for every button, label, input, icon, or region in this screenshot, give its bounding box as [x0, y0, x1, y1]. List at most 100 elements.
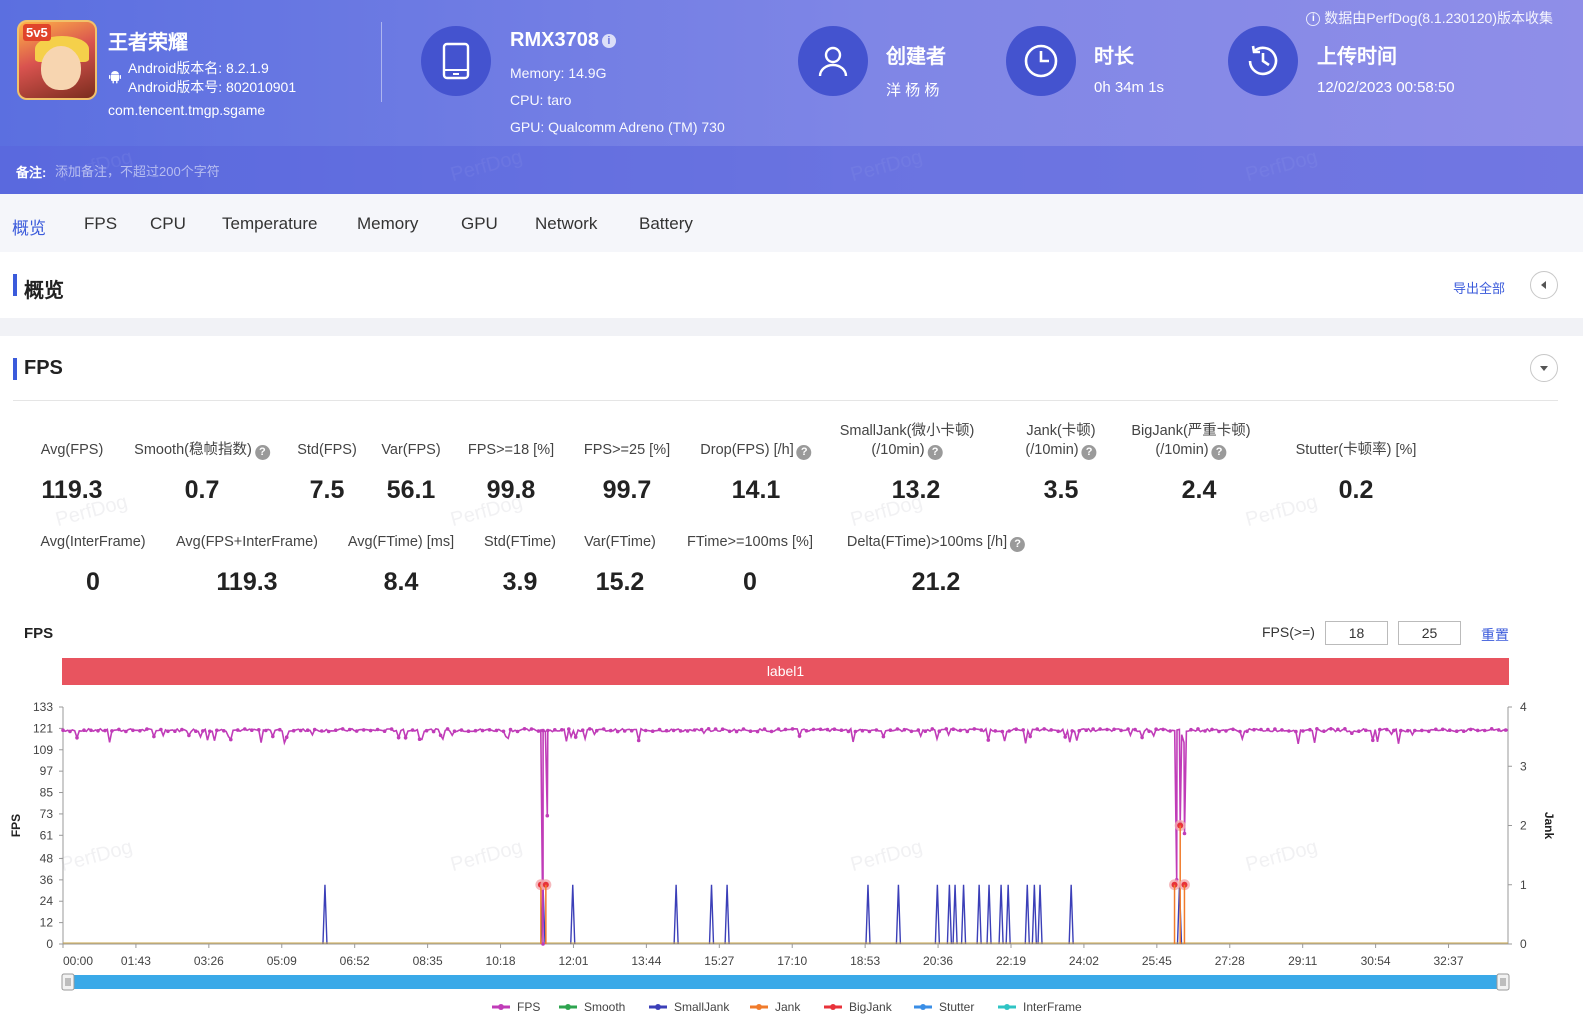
x-tick-label: 18:53 — [850, 954, 880, 968]
fps-point — [438, 733, 443, 738]
x-tick-label: 22:19 — [996, 954, 1026, 968]
duration-title: 时长 — [1094, 46, 1134, 68]
fps-point — [229, 737, 233, 742]
fps-point — [1287, 729, 1291, 733]
fps-point — [1447, 728, 1452, 732]
hero-face — [41, 46, 81, 90]
fps-point — [284, 735, 289, 739]
y2-tick-label: 3 — [1520, 759, 1527, 773]
export-all-link[interactable]: 导出全部 — [1453, 278, 1505, 297]
fps-point — [888, 728, 893, 732]
legend-item[interactable]: Smooth — [559, 1000, 625, 1014]
app-icon: 5v5 — [17, 20, 97, 100]
fps-point — [1461, 729, 1466, 733]
device-model: RMX3708 i — [510, 29, 616, 52]
fps-point — [541, 942, 545, 946]
fps-point — [312, 727, 317, 732]
metric-label: Drop(FPS) [/h]? — [700, 441, 812, 460]
tab-gpu[interactable]: GPU — [461, 214, 498, 234]
legend-item[interactable]: Jank — [750, 1000, 801, 1014]
metric-value: 21.2 — [911, 568, 961, 596]
x-tick-label: 13:44 — [631, 954, 661, 968]
metric-value: 119.3 — [41, 476, 103, 504]
fps-point — [201, 729, 205, 733]
fps-point — [1357, 729, 1361, 733]
upload-value: 12/02/2023 00:58:50 — [1317, 79, 1455, 96]
fps-point — [1049, 728, 1053, 732]
x-tick-label: 27:28 — [1215, 954, 1245, 968]
fps-point — [1413, 728, 1417, 733]
fps-point — [755, 729, 760, 734]
fps-point — [1245, 729, 1249, 734]
fps-point — [622, 729, 627, 733]
smalljank-spike — [976, 884, 982, 945]
fps-point — [403, 735, 408, 740]
fps-point — [103, 728, 107, 733]
fps-threshold-low-input[interactable] — [1325, 621, 1388, 645]
report-header: PerfDog PerfDog PerfDog PerfDog i 数据由Per… — [0, 0, 1583, 194]
metric-label: Var(FTime) — [584, 534, 656, 550]
fps-point — [1238, 729, 1242, 734]
remark-input[interactable]: 添加备注，不超过200个字符 — [55, 161, 220, 180]
y2-axis-title: Jank — [1542, 812, 1556, 840]
legend-swatch-dot — [655, 1004, 661, 1010]
collapse-left-button[interactable] — [1530, 271, 1558, 299]
tab-cpu[interactable]: CPU — [150, 214, 186, 234]
fps-point — [874, 728, 879, 732]
tab-temperature[interactable]: Temperature — [222, 214, 317, 234]
section-divider — [13, 400, 1558, 401]
tab-network[interactable]: Network — [535, 214, 597, 234]
x-tick-label: 29:11 — [1288, 954, 1317, 968]
label-bar[interactable]: label1 — [62, 658, 1509, 685]
tab-fps[interactable]: FPS — [84, 214, 117, 234]
fps-point — [804, 729, 809, 733]
fps-point — [1196, 727, 1200, 731]
fps-point — [958, 728, 963, 733]
smalljank-spike — [960, 884, 967, 945]
fps-point — [1399, 728, 1403, 733]
fps-point — [222, 729, 226, 733]
help-icon[interactable]: ? — [254, 445, 270, 460]
legend-item[interactable]: FPS — [492, 1000, 540, 1014]
fps-point — [965, 729, 970, 734]
reset-link[interactable]: 重置 — [1481, 625, 1509, 645]
fps-point — [1210, 727, 1214, 732]
fps-point — [664, 728, 669, 733]
help-icon[interactable]: ? — [927, 445, 943, 460]
fps-threshold-high-input[interactable] — [1398, 621, 1461, 645]
y-tick-label: 0 — [46, 937, 53, 951]
section-gap — [0, 318, 1583, 336]
help-icon[interactable]: ? — [1211, 445, 1227, 460]
fps-point — [1482, 728, 1487, 733]
fps-chart-title: FPS — [24, 625, 54, 642]
fps-point — [860, 728, 865, 733]
tab-memory[interactable]: Memory — [357, 214, 418, 234]
metric-label: Std(FPS) — [297, 442, 357, 458]
x-tick-label: 01:43 — [121, 954, 151, 968]
legend-item[interactable]: Stutter — [914, 1000, 974, 1014]
metric-label-text: BigJank(严重卡顿) — [1131, 423, 1251, 439]
fps-point — [1273, 727, 1277, 731]
fps-point — [1168, 729, 1172, 733]
fps-point — [1489, 727, 1494, 731]
tab-battery[interactable]: Battery — [639, 214, 693, 234]
fps-point — [594, 728, 599, 733]
fps-point — [1028, 734, 1032, 739]
legend-item[interactable]: SmallJank — [649, 1000, 730, 1014]
fps-point — [1315, 727, 1319, 731]
tab-overview[interactable]: 概览 — [12, 214, 46, 239]
fps-chart[interactable]: 01224364861738597109121133FPS 01234Jank … — [0, 691, 1583, 1021]
help-icon[interactable]: ? — [1081, 445, 1097, 460]
fps-point — [68, 729, 72, 734]
metric-value: 2.4 — [1181, 476, 1217, 504]
collapse-down-button[interactable] — [1530, 354, 1558, 382]
help-icon[interactable]: ? — [1010, 537, 1026, 552]
legend-item[interactable]: InterFrame — [998, 1000, 1082, 1014]
info-icon[interactable]: i — [601, 33, 616, 48]
metric-label: Avg(FPS+InterFrame) — [176, 534, 318, 550]
fps-point — [187, 733, 191, 738]
y-tick-label: 133 — [33, 700, 53, 714]
help-icon[interactable]: ? — [796, 445, 812, 460]
fps-point — [1468, 727, 1473, 732]
legend-item[interactable]: BigJank — [824, 1000, 893, 1014]
